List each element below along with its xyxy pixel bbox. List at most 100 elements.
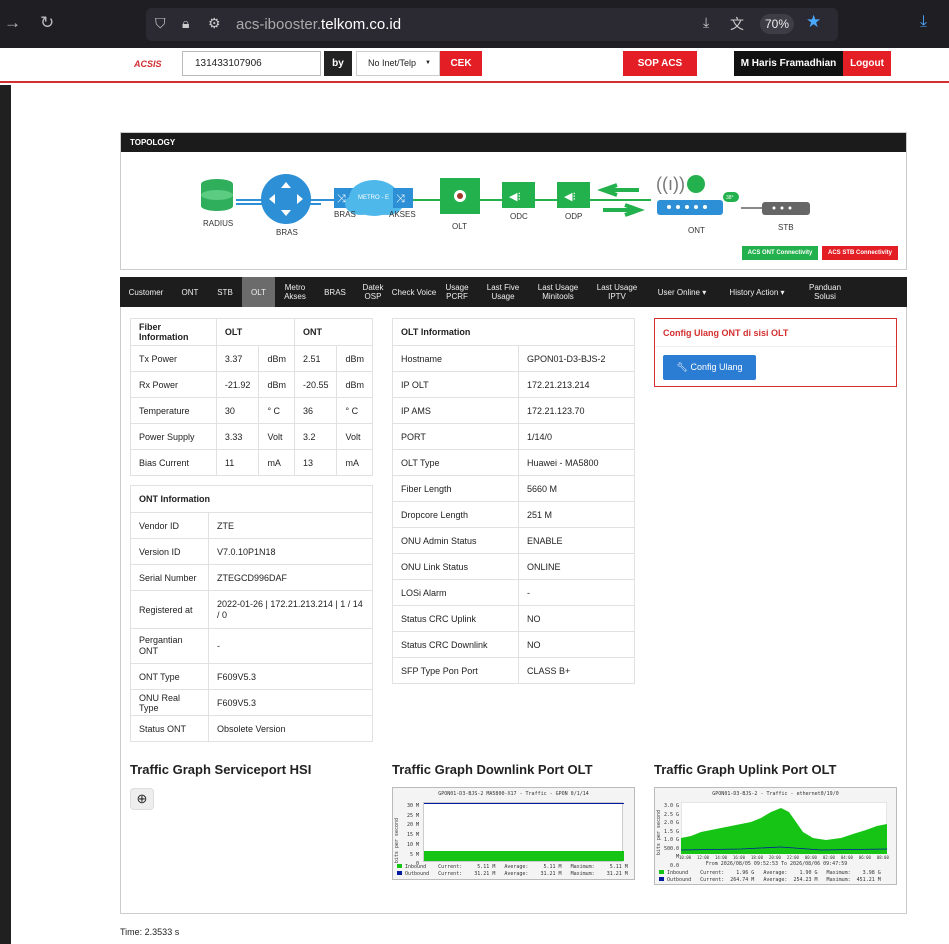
tab-last-usage-iptv[interactable]: Last Usage IPTV bbox=[587, 277, 647, 307]
cell: -21.92 bbox=[215, 371, 260, 398]
reload-icon[interactable]: ↻ bbox=[40, 13, 54, 33]
cell: SFP Type Pon Port bbox=[392, 657, 519, 684]
tab-history-action[interactable]: History Action ▾ bbox=[717, 277, 797, 307]
translate-icon[interactable]: 文 bbox=[730, 14, 744, 34]
olt-info-table: OLT Information Hostname GPON01-D3-BJS-2 … bbox=[392, 318, 635, 684]
uplink-xaxis: 10:00 12:00 14:00 16:00 18:00 20:00 22:00 00:00… bbox=[679, 855, 889, 860]
browser-toolbar: → ↻ ⛉ 🔒︎ ⚙ acs-ibooster.telkom.co.id ⤓ 文… bbox=[0, 0, 949, 48]
lock-icon[interactable]: 🔒︎ bbox=[182, 15, 189, 32]
table-row: Dropcore Length 251 M bbox=[392, 501, 635, 528]
permissions-icon[interactable]: ⚙ bbox=[208, 15, 221, 32]
sop-acs-button[interactable]: SOP ACS bbox=[623, 51, 697, 76]
topology-panel: TOPOLOGY ⤨ ⤨ ◀⁝ ◀⁝ ((ı)) 38° RADIUS BRAS… bbox=[120, 132, 907, 270]
tab-user-online[interactable]: User Online ▾ bbox=[647, 277, 717, 307]
cell: Status CRC Downlink bbox=[392, 631, 519, 658]
tab-check-voice[interactable]: Check Voice bbox=[391, 277, 437, 307]
cell: ONU Admin Status bbox=[392, 527, 519, 554]
tab-bar: Customer ONT STB OLT Metro Akses BRAS Da… bbox=[120, 277, 907, 307]
cell: ONLINE bbox=[518, 553, 635, 580]
cell: dBm bbox=[336, 345, 373, 372]
cell: Volt bbox=[336, 423, 373, 450]
odp-label: ODP bbox=[565, 212, 583, 221]
cell: Status ONT bbox=[130, 715, 209, 742]
legend-swatch bbox=[659, 877, 664, 881]
fiber-info-table: Fiber Information OLT ONT Tx Power 3.37 dBm 2… bbox=[130, 318, 374, 476]
cek-button[interactable]: CEK bbox=[440, 51, 482, 76]
cell: Volt bbox=[258, 423, 295, 450]
hsi-graph-title: Traffic Graph Serviceport HSI bbox=[130, 762, 312, 777]
bookmark-star-icon[interactable]: ★ bbox=[806, 12, 821, 32]
cell: 1/14/0 bbox=[518, 423, 635, 450]
table-row: Version ID V7.0.10P1N18 bbox=[130, 538, 373, 565]
tab-bras[interactable]: BRAS bbox=[315, 277, 355, 307]
cell: Obsolete Version bbox=[208, 715, 373, 742]
table-row: OLT Type Huawei - MA5800 bbox=[392, 449, 635, 476]
cell: Dropcore Length bbox=[392, 501, 519, 528]
logout-button[interactable]: Logout bbox=[843, 51, 891, 76]
table-row: ONU Admin Status ENABLE bbox=[392, 527, 635, 554]
url-text[interactable]: acs-ibooster.telkom.co.id bbox=[236, 16, 401, 33]
uplink-graph-header: GPON01-D3-BJS-2 - Traffic - ethernet0/19… bbox=[712, 791, 839, 797]
cell: Status CRC Uplink bbox=[392, 605, 519, 632]
downlink-inbound-legend: Inbound Current: 5.11 M Average: 5.11 M … bbox=[397, 864, 628, 870]
cell: Rx Power bbox=[130, 371, 217, 398]
tick-label: 20:00 bbox=[768, 855, 781, 860]
topology-title: TOPOLOGY bbox=[121, 133, 906, 152]
search-input[interactable]: 131433107906 bbox=[182, 51, 321, 76]
cell: 5660 M bbox=[518, 475, 635, 502]
olt-label: OLT bbox=[452, 222, 467, 231]
cell: IP OLT bbox=[392, 371, 519, 398]
shield-icon[interactable]: ⛉ bbox=[155, 15, 166, 32]
forward-icon[interactable]: → bbox=[4, 13, 21, 33]
downlink-plot-area bbox=[423, 802, 624, 862]
config-ulang-button[interactable]: 🔧︎ Config Ulang bbox=[663, 355, 756, 380]
ont-connectivity-badge[interactable]: ACS ONT Connectivity bbox=[742, 246, 818, 260]
cell: NO bbox=[518, 631, 635, 658]
cell: 251 M bbox=[518, 501, 635, 528]
cell: ° C bbox=[336, 397, 373, 424]
cell: ONT Type bbox=[130, 663, 209, 690]
tab-olt[interactable]: OLT bbox=[242, 277, 275, 307]
cell: ° C bbox=[258, 397, 295, 424]
odp-icon: ◀⁝ bbox=[557, 182, 590, 208]
tick-label: 10:00 bbox=[679, 855, 692, 860]
stb-connectivity-badge[interactable]: ACS STB Connectivity bbox=[822, 246, 898, 260]
radius-label: RADIUS bbox=[203, 219, 234, 228]
table-row: Bias Current 11 mA 13 mA bbox=[130, 449, 373, 476]
legend-text: Outbound Current: 31.21 M Average: 31.21… bbox=[405, 871, 628, 877]
ont-router-icon: ((ı)) 38° bbox=[656, 174, 739, 215]
tab-metro-akses[interactable]: Metro Akses bbox=[275, 277, 315, 307]
downloads-icon[interactable]: ⤓ bbox=[920, 13, 927, 31]
table-row: PORT 1/14/0 bbox=[392, 423, 635, 450]
table-row: Rx Power -21.92 dBm -20.55 dBm bbox=[130, 371, 373, 398]
radius-icon bbox=[201, 179, 233, 211]
akses-label: AKSES bbox=[389, 210, 416, 219]
table-row: Tx Power 3.37 dBm 2.51 dBm bbox=[130, 345, 373, 372]
akses-switch-icon: ⤨ bbox=[393, 188, 413, 208]
cell: Hostname bbox=[392, 345, 519, 372]
cell: ONU Link Status bbox=[392, 553, 519, 580]
table-row: Status CRC Downlink NO bbox=[392, 631, 635, 658]
tab-customer[interactable]: Customer bbox=[120, 277, 172, 307]
tab-ont[interactable]: ONT bbox=[172, 277, 208, 307]
tab-datek-osp[interactable]: Datek OSP bbox=[355, 277, 391, 307]
tab-panduan-solusi[interactable]: Panduan Solusi bbox=[797, 277, 853, 307]
cell: 172.21.213.214 bbox=[518, 371, 635, 398]
download-page-icon[interactable]: ⤓ bbox=[703, 14, 709, 31]
uplink-graph-title: Traffic Graph Uplink Port OLT bbox=[654, 762, 837, 777]
cell: CLASS B+ bbox=[518, 657, 635, 684]
tab-last-usage-minitools[interactable]: Last Usage Minitools bbox=[529, 277, 587, 307]
table-row: Serial Number ZTEGCD996DAF bbox=[130, 564, 373, 591]
table-row: Status ONT Obsolete Version bbox=[130, 715, 373, 742]
search-type-select[interactable]: No Inet/Telp ▼ bbox=[356, 51, 440, 76]
tab-stb[interactable]: STB bbox=[208, 277, 242, 307]
zoom-level[interactable]: 70% bbox=[760, 14, 794, 34]
cell: Vendor ID bbox=[130, 512, 209, 539]
config-title: Config Ulang ONT di sisi OLT bbox=[655, 319, 896, 347]
uplink-inbound-legend: Inbound Current: 1.96 G Average: 1.90 G … bbox=[659, 870, 881, 876]
add-graph-icon[interactable]: ⊕ bbox=[130, 788, 154, 810]
tab-usage-pcrf[interactable]: Usage PCRF bbox=[437, 277, 477, 307]
render-time: Time: 2.3533 s bbox=[120, 927, 180, 937]
tab-last-five-usage[interactable]: Last Five Usage bbox=[477, 277, 529, 307]
user-name[interactable]: M Haris Framadhian bbox=[734, 51, 843, 76]
